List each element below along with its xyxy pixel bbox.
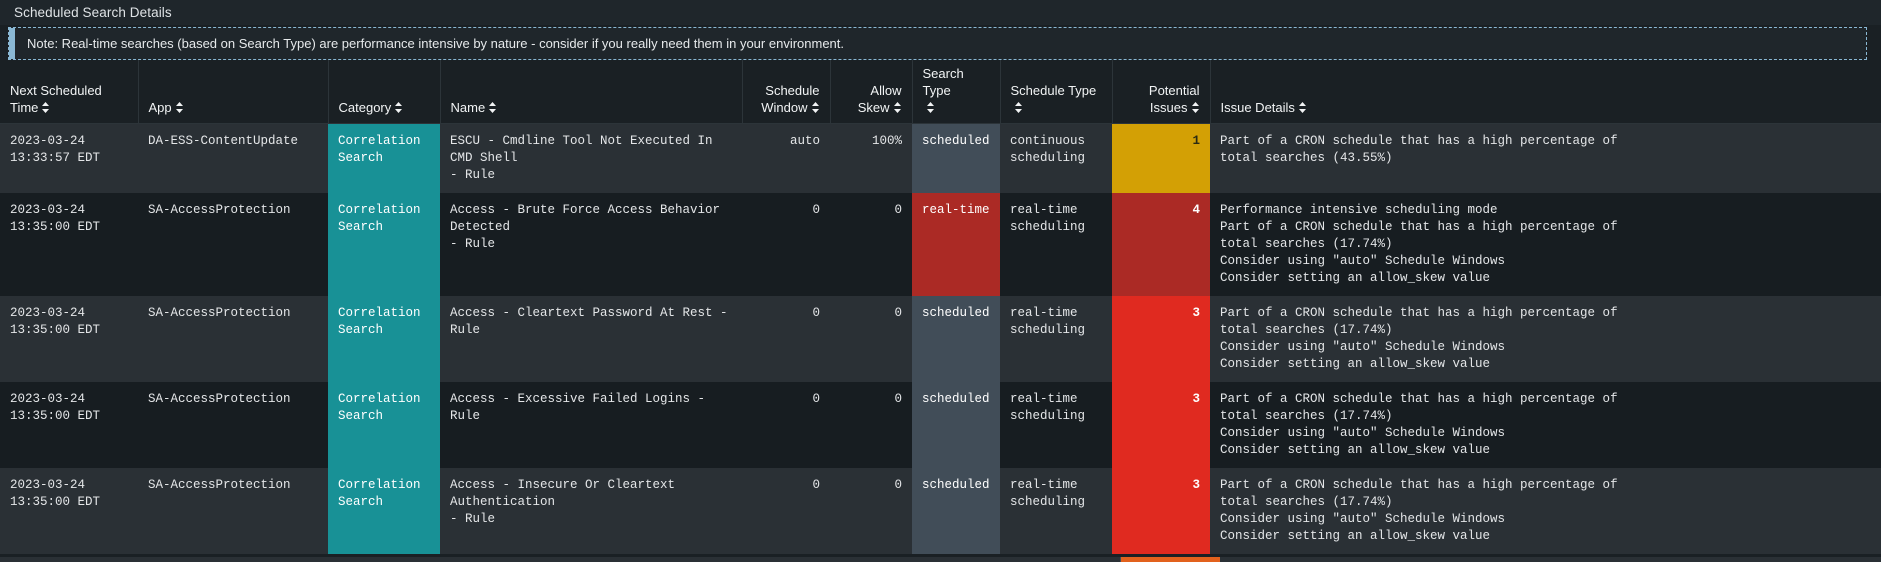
cell-app: SA-AccessProtection — [138, 193, 328, 296]
cell-category: Correlation Search — [328, 123, 440, 193]
cell-app: SA-AccessProtection — [138, 468, 328, 554]
sort-icon[interactable] — [1191, 102, 1200, 113]
cell-name: ESCU - Cmdline Tool Not Executed In CMD … — [440, 123, 742, 193]
table-body: 2023-03-24 13:33:57 EDT DA-ESS-ContentUpd… — [0, 123, 1881, 554]
col-allow-skew[interactable]: Allow Skew — [830, 60, 913, 124]
table-scroll-region[interactable]: Next Scheduled Time App Category Name Sc… — [0, 60, 1881, 562]
cell-app: SA-AccessProtection — [138, 296, 328, 382]
col-next-scheduled-time[interactable]: Next Scheduled Time — [0, 60, 139, 124]
cell-name: Access - Excessive Failed Logins - Rule — [440, 382, 742, 468]
cell-potential-issues: 3 — [1112, 382, 1210, 468]
cell-allow-skew: 0 — [830, 382, 912, 468]
cell-potential-issues: 3 — [1112, 296, 1210, 382]
col-label-app: App — [148, 100, 172, 115]
col-schedule-type[interactable]: Schedule Type — [1000, 60, 1113, 124]
sort-icon[interactable] — [926, 102, 935, 113]
col-label-search-type: Search Type — [922, 66, 964, 98]
table-row[interactable]: 2023-03-24 13:35:00 EDT SA-AccessProtecti… — [0, 193, 1881, 296]
sort-icon[interactable] — [488, 102, 497, 113]
cell-next-scheduled-time: 2023-03-24 13:35:00 EDT — [0, 296, 138, 382]
scheduled-search-table: Next Scheduled Time App Category Name Sc… — [0, 60, 1881, 554]
sort-icon[interactable] — [175, 102, 184, 113]
col-schedule-window[interactable]: Schedule Window — [742, 60, 831, 124]
cell-name: Access - Insecure Or Cleartext Authentic… — [440, 468, 742, 554]
cell-app: SA-AccessProtection — [138, 382, 328, 468]
cell-schedule-window: 0 — [742, 468, 830, 554]
cell-issue-details: Part of a CRON schedule that has a high … — [1210, 468, 1881, 554]
cell-schedule-type: continuous scheduling — [1000, 123, 1112, 193]
cell-name: Access - Cleartext Password At Rest - Ru… — [440, 296, 742, 382]
cell-schedule-window: 0 — [742, 382, 830, 468]
cell-allow-skew: 0 — [830, 296, 912, 382]
cell-schedule-window: 0 — [742, 296, 830, 382]
note-text: Note: Real-time searches (based on Searc… — [27, 36, 845, 51]
cell-allow-skew: 100% — [830, 123, 912, 193]
cell-allow-skew: 0 — [830, 193, 912, 296]
cell-potential-issues: 4 — [1112, 193, 1210, 296]
col-category[interactable]: Category — [328, 60, 441, 124]
cell-issue-details: Performance intensive scheduling mode Pa… — [1210, 193, 1881, 296]
table-header-row: Next Scheduled Time App Category Name Sc… — [0, 60, 1881, 124]
sort-icon[interactable] — [811, 102, 820, 113]
cell-search-type: scheduled — [912, 123, 1000, 193]
col-label-next-scheduled-time: Next Scheduled Time — [10, 83, 102, 115]
cell-issue-details: Part of a CRON schedule that has a high … — [1210, 296, 1881, 382]
cell-next-scheduled-time: 2023-03-24 13:33:57 EDT — [0, 123, 138, 193]
cell-next-scheduled-time: 2023-03-24 13:35:00 EDT — [0, 193, 138, 296]
cell-search-type: scheduled — [912, 382, 1000, 468]
cell-potential-issues: 1 — [1112, 123, 1210, 193]
table-row[interactable]: 2023-03-24 13:35:00 EDT SA-AccessProtecti… — [0, 296, 1881, 382]
cell-search-type: scheduled — [912, 296, 1000, 382]
cell-schedule-window: auto — [742, 123, 830, 193]
col-label-name: Name — [450, 100, 486, 115]
table-row[interactable]: 2023-03-24 13:35:00 EDT SA-AccessProtecti… — [0, 468, 1881, 554]
cell-category: Correlation Search — [328, 193, 440, 296]
sort-icon[interactable] — [893, 102, 902, 113]
col-label-category: Category — [338, 100, 392, 115]
cell-next-scheduled-time: 2023-03-24 13:35:00 EDT — [0, 468, 138, 554]
col-search-type[interactable]: Search Type — [912, 60, 1001, 124]
cell-allow-skew: 0 — [830, 468, 912, 554]
table-row[interactable]: 2023-03-24 13:35:00 EDT SA-AccessProtecti… — [0, 382, 1881, 468]
cell-schedule-window: 0 — [742, 193, 830, 296]
table-header: Next Scheduled Time App Category Name Sc… — [0, 60, 1881, 124]
cell-issue-details: Part of a CRON schedule that has a high … — [1210, 382, 1881, 468]
cell-schedule-type: real-time scheduling — [1000, 193, 1112, 296]
col-name[interactable]: Name — [440, 60, 743, 124]
sort-icon[interactable] — [394, 102, 403, 113]
cell-category: Correlation Search — [328, 382, 440, 468]
cell-schedule-type: real-time scheduling — [1000, 468, 1112, 554]
cell-potential-issues: 3 — [1112, 468, 1210, 554]
cell-issue-details: Part of a CRON schedule that has a high … — [1210, 123, 1881, 193]
col-issue-details[interactable]: Issue Details — [1210, 60, 1881, 124]
sort-icon[interactable] — [1298, 102, 1307, 113]
cell-next-scheduled-time: 2023-03-24 13:35:00 EDT — [0, 382, 138, 468]
sort-icon[interactable] — [1014, 102, 1023, 113]
next-row-sliver — [0, 557, 1881, 562]
sort-icon[interactable] — [41, 102, 50, 113]
cell-schedule-type: real-time scheduling — [1000, 296, 1112, 382]
cell-app: DA-ESS-ContentUpdate — [138, 123, 328, 193]
scheduled-search-details-panel: Scheduled Search Details Note: Real-time… — [0, 0, 1881, 562]
col-app[interactable]: App — [138, 60, 329, 124]
cell-schedule-type: real-time scheduling — [1000, 382, 1112, 468]
page-title: Scheduled Search Details — [0, 0, 1881, 25]
cell-search-type: scheduled — [912, 468, 1000, 554]
table-row[interactable]: 2023-03-24 13:33:57 EDT DA-ESS-ContentUpd… — [0, 123, 1881, 193]
cell-search-type: real-time — [912, 193, 1000, 296]
col-potential-issues[interactable]: Potential Issues — [1112, 60, 1211, 124]
cell-category: Correlation Search — [328, 468, 440, 554]
cell-category: Correlation Search — [328, 296, 440, 382]
col-label-issue-details: Issue Details — [1220, 100, 1295, 115]
note-banner: Note: Real-time searches (based on Searc… — [8, 27, 1867, 60]
col-label-schedule-type: Schedule Type — [1010, 83, 1097, 98]
cell-name: Access - Brute Force Access Behavior Det… — [440, 193, 742, 296]
